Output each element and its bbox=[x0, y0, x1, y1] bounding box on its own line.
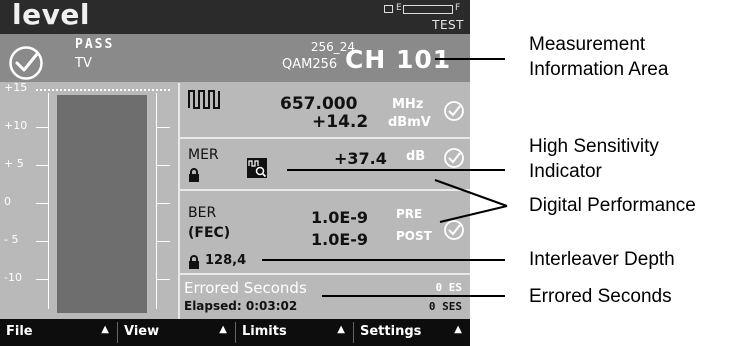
battery-icon: E F bbox=[384, 3, 462, 16]
battery-full-label: F bbox=[455, 3, 461, 13]
gauge-tick-mark bbox=[156, 241, 170, 242]
mer-value: +37.4 bbox=[334, 149, 387, 168]
ber-post-label: POST bbox=[396, 229, 432, 243]
callout-text: Digital Performance bbox=[529, 195, 696, 216]
settings-softkey[interactable]: Settings ▲ bbox=[354, 319, 470, 346]
check-circle-icon bbox=[444, 220, 464, 240]
arrow-up-icon: ▲ bbox=[219, 324, 227, 335]
check-circle-icon bbox=[9, 46, 43, 80]
gauge-left-axis bbox=[48, 93, 49, 309]
padlock-icon bbox=[189, 168, 199, 182]
ber-post-value: 1.0E-9 bbox=[311, 230, 369, 249]
title-bar: level E F TEST bbox=[0, 0, 470, 34]
callout-line-measurement bbox=[435, 58, 505, 60]
view-softkey-label: View bbox=[124, 324, 160, 339]
level-bar bbox=[57, 95, 147, 313]
callout-text: Information Area bbox=[529, 59, 669, 80]
file-softkey[interactable]: File ▲ bbox=[0, 319, 117, 346]
fec-label: (FEC) bbox=[188, 225, 231, 241]
padlock-icon bbox=[189, 255, 199, 269]
callout-text: High Sensitivity bbox=[529, 136, 659, 157]
battery-empty-label: E bbox=[396, 3, 402, 13]
status-label: PASS bbox=[75, 37, 115, 52]
arrow-up-icon: ▲ bbox=[337, 324, 345, 335]
gauge-tick-label: +15 bbox=[4, 81, 28, 94]
measurement-info-area: PASS TV 256_24 QAM256 CH 101 bbox=[0, 34, 470, 82]
file-softkey-label: File bbox=[6, 324, 33, 339]
gauge-tick-mark bbox=[36, 279, 48, 280]
level-value: +14.2 bbox=[312, 112, 369, 132]
gauge-tick-label: 0 bbox=[4, 195, 11, 208]
interleaver-depth: 128,4 bbox=[205, 253, 247, 268]
callout-line-errored-seconds bbox=[322, 295, 505, 297]
type-label: TV bbox=[75, 56, 92, 71]
arrow-up-icon: ▲ bbox=[101, 324, 109, 335]
gauge-tick-mark bbox=[36, 127, 48, 128]
square-wave-icon bbox=[188, 90, 220, 109]
gauge-tick-mark bbox=[36, 203, 48, 204]
gauge-tick-mark bbox=[36, 165, 48, 166]
ber-pre-label: PRE bbox=[396, 207, 423, 221]
frequency-unit: MHz bbox=[392, 97, 424, 112]
ber-panel[interactable]: BER (FEC) 1.0E-9 PRE 1.0E-9 POST 128,4 bbox=[180, 191, 470, 275]
callout-text: Measurement bbox=[529, 34, 646, 55]
mode-label: TEST bbox=[432, 18, 464, 32]
modulation-label: QAM256 bbox=[282, 57, 338, 72]
page-title: level bbox=[12, 0, 90, 31]
errored-seconds-label: Errored Seconds bbox=[184, 279, 307, 297]
ses-count: 0 SES bbox=[428, 300, 462, 313]
gauge-tick-mark bbox=[156, 165, 170, 166]
gauge-top-limit bbox=[36, 89, 170, 91]
softkey-bar: File ▲ View ▲ Limits ▲ Settings ▲ bbox=[0, 319, 470, 346]
mer-unit: dB bbox=[406, 149, 426, 164]
settings-softkey-label: Settings bbox=[360, 324, 422, 339]
mer-label: MER bbox=[188, 147, 219, 163]
check-circle-icon bbox=[444, 101, 464, 121]
limits-softkey[interactable]: Limits ▲ bbox=[236, 319, 353, 346]
callout-errored-seconds: Errored Seconds bbox=[529, 284, 672, 309]
gauge-tick-label: -10 bbox=[4, 271, 22, 284]
callout-digital-performance: Digital Performance bbox=[529, 193, 696, 218]
es-count: 0 ES bbox=[435, 281, 463, 294]
gauge-tick-label: +10 bbox=[4, 119, 28, 132]
callout-measurement: Measurement Information Area bbox=[529, 32, 668, 82]
level-gauge: +15 +10 + 5 0 - 5 -10 bbox=[0, 81, 178, 319]
battery-body bbox=[403, 5, 453, 14]
ber-pre-value: 1.0E-9 bbox=[311, 208, 369, 227]
check-circle-icon bbox=[444, 148, 464, 168]
gauge-right-axis bbox=[156, 93, 157, 309]
limits-softkey-label: Limits bbox=[242, 324, 287, 339]
elapsed-time: Elapsed: 0:03:02 bbox=[184, 299, 298, 313]
frequency-level-panel[interactable]: 657.000 MHz +14.2 dBmV bbox=[180, 83, 470, 139]
gauge-tick-mark bbox=[156, 127, 170, 128]
level-unit: dBmV bbox=[388, 115, 431, 130]
callout-line-interleaver bbox=[262, 259, 505, 261]
view-softkey[interactable]: View ▲ bbox=[118, 319, 235, 346]
arrow-up-icon: ▲ bbox=[454, 324, 462, 335]
callout-high-sensitivity: High Sensitivity Indicator bbox=[529, 134, 659, 184]
frequency-value: 657.000 bbox=[280, 94, 358, 114]
gauge-tick-label: + 5 bbox=[4, 157, 24, 170]
gauge-tick-mark bbox=[36, 241, 48, 242]
mer-panel[interactable]: MER +37.4 dB bbox=[180, 139, 470, 191]
ber-label: BER bbox=[188, 205, 217, 221]
callout-interleaver-depth: Interleaver Depth bbox=[529, 247, 675, 272]
callout-text: Errored Seconds bbox=[529, 286, 672, 307]
magnifier-wave-icon bbox=[247, 158, 267, 178]
callout-line-high-sensitivity bbox=[287, 169, 505, 171]
callout-text: Indicator bbox=[529, 161, 602, 182]
callout-text: Interleaver Depth bbox=[529, 249, 675, 270]
gauge-tick-mark bbox=[156, 203, 170, 204]
battery-plug-icon bbox=[384, 5, 393, 13]
gauge-tick-mark bbox=[156, 279, 170, 280]
gauge-tick-label: - 5 bbox=[4, 233, 19, 246]
